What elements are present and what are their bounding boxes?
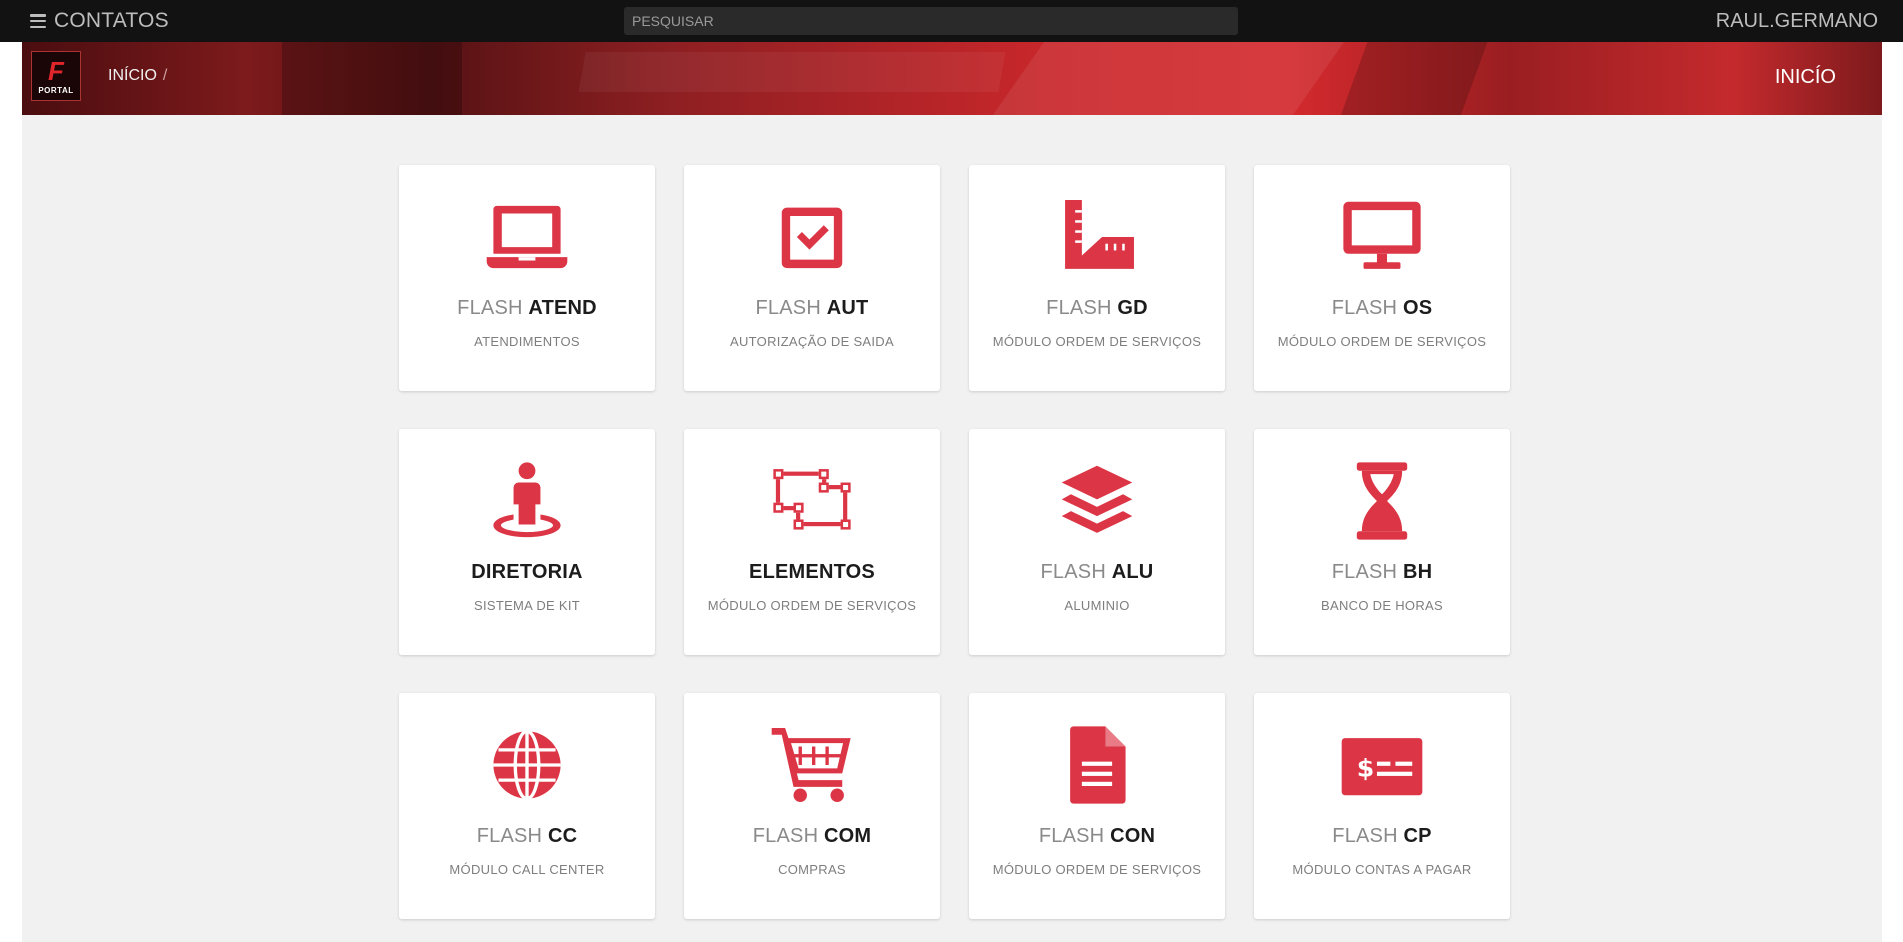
module-card-flash-atend[interactable]: FLASH ATEND ATENDIMENTOS [399, 165, 655, 391]
file-text-icon [969, 719, 1225, 811]
module-title: FLASH GD [1046, 297, 1148, 319]
module-subtitle: MÓDULO ORDEM DE SERVIÇOS [707, 598, 917, 613]
module-subtitle: MÓDULO CONTAS A PAGAR [1292, 862, 1472, 877]
module-subtitle: ALUMINIO [1064, 598, 1130, 613]
module-card-flash-cp[interactable]: $ FLASH CP MÓDULO CONTAS A PAGAR [1254, 693, 1510, 919]
money-check-icon: $ [1254, 719, 1510, 811]
breadcrumb-home[interactable]: INÍCIO [108, 67, 157, 85]
module-title: FLASH CC [476, 825, 578, 847]
module-title: ELEMENTOS [749, 561, 875, 583]
module-subtitle: AUTORIZAÇÃO DE SAIDA [730, 334, 894, 349]
module-card-diretoria[interactable]: DIRETORIA SISTEMA DE KIT [399, 429, 655, 655]
search-input[interactable] [624, 7, 1238, 35]
module-subtitle: MÓDULO CALL CENTER [449, 862, 605, 877]
module-subtitle: MÓDULO ORDEM DE SERVIÇOS [992, 334, 1202, 349]
module-title: FLASH CON [1038, 825, 1156, 847]
module-card-flash-gd[interactable]: FLASH GD MÓDULO ORDEM DE SERVIÇOS [969, 165, 1225, 391]
svg-text:$: $ [1357, 754, 1375, 783]
module-title: FLASH ATEND [457, 297, 597, 319]
module-subtitle: MÓDULO ORDEM DE SERVIÇOS [1277, 334, 1487, 349]
module-card-flash-os[interactable]: FLASH OS MÓDULO ORDEM DE SERVIÇOS [1254, 165, 1510, 391]
module-title: FLASH ALU [1040, 561, 1154, 583]
module-card-flash-alu[interactable]: FLASH ALU ALUMINIO [969, 429, 1225, 655]
user-menu[interactable]: RAUL.GERMANO [1716, 10, 1878, 33]
module-subtitle: MÓDULO ORDEM DE SERVIÇOS [992, 862, 1202, 877]
laptop-icon [399, 191, 655, 283]
shopping-cart-icon [684, 719, 940, 811]
module-subtitle: COMPRAS [778, 862, 846, 877]
module-title: FLASH CP [1332, 825, 1432, 847]
header-banner: F PORTAL INÍCIO / INICÍO [22, 42, 1882, 115]
logo-f-mark: F [48, 55, 64, 86]
street-view-icon [399, 455, 655, 547]
hourglass-icon [1254, 455, 1510, 547]
breadcrumb: INÍCIO / [108, 67, 167, 85]
globe-icon [399, 719, 655, 811]
hamburger-icon [30, 14, 46, 28]
contacts-menu-toggle[interactable]: CONTATOS [30, 8, 169, 34]
desktop-icon [1254, 191, 1510, 283]
main-content: FLASH ATEND ATENDIMENTOS FLASH AUT AUTOR… [22, 115, 1882, 942]
module-title: FLASH OS [1331, 297, 1433, 319]
module-subtitle: BANCO DE HORAS [1321, 598, 1443, 613]
module-card-flash-bh[interactable]: FLASH BH BANCO DE HORAS [1254, 429, 1510, 655]
module-card-flash-con[interactable]: FLASH CON MÓDULO ORDEM DE SERVIÇOS [969, 693, 1225, 919]
logo-text: PORTAL [38, 85, 74, 95]
module-card-flash-cc[interactable]: FLASH CC MÓDULO CALL CENTER [399, 693, 655, 919]
layers-icon [969, 455, 1225, 547]
module-card-elementos[interactable]: ELEMENTOS MÓDULO ORDEM DE SERVIÇOS [684, 429, 940, 655]
checkbox-icon [684, 191, 940, 283]
module-title: FLASH COM [752, 825, 872, 847]
contacts-menu-label: CONTATOS [54, 9, 169, 32]
module-subtitle: SISTEMA DE KIT [473, 598, 581, 613]
top-navbar: CONTATOS RAUL.GERMANO [0, 0, 1903, 42]
module-grid: FLASH ATEND ATENDIMENTOS FLASH AUT AUTOR… [399, 165, 1510, 919]
object-group-icon [684, 455, 940, 547]
module-card-flash-com[interactable]: FLASH COM COMPRAS [684, 693, 940, 919]
module-subtitle: ATENDIMENTOS [474, 334, 580, 349]
module-title: FLASH BH [1331, 561, 1433, 583]
breadcrumb-separator: / [162, 67, 168, 84]
portal-logo[interactable]: F PORTAL [31, 51, 81, 101]
module-card-flash-aut[interactable]: FLASH AUT AUTORIZAÇÃO DE SAIDA [684, 165, 940, 391]
module-title: DIRETORIA [471, 561, 583, 583]
module-title: FLASH AUT [755, 297, 869, 319]
ruler-combined-icon [969, 191, 1225, 283]
page-title: INICÍO [1774, 66, 1836, 88]
